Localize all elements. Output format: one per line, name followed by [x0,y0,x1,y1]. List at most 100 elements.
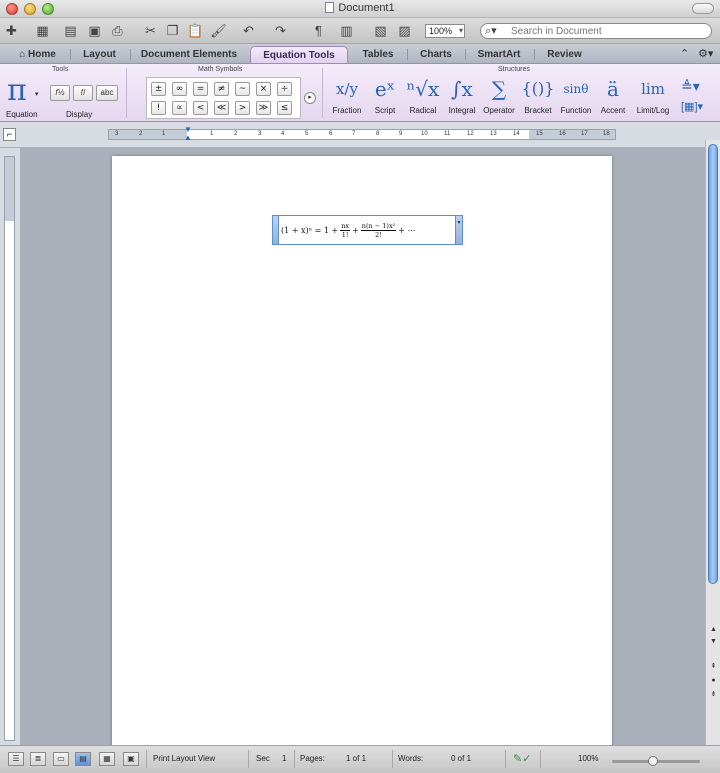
fraction-button[interactable]: x/y Fraction [328,77,366,115]
search-field[interactable]: ⌕▾ [480,23,712,39]
normal-text-button[interactable]: abc [96,85,118,101]
operator-structures-icon[interactable]: ≜▾ [681,78,700,95]
print-layout-view-icon[interactable]: ▤ [75,752,91,766]
templates-icon[interactable]: ▦ [34,23,51,39]
ruler-number: 2 [139,131,143,137]
operator-button[interactable]: ∑ Operator [480,77,518,115]
ruler-number: 3 [115,131,119,137]
symbol-button[interactable]: ∝ [172,101,187,115]
limit-log-label: Limit/Log [636,106,670,115]
function-button[interactable]: sinθ Function [557,77,595,115]
more-symbols-icon[interactable]: ▸ [304,92,316,104]
symbol-button[interactable]: > [235,101,250,115]
pilcrow-icon[interactable]: ¶ [310,23,327,39]
ruler-number: 14 [513,131,520,137]
symbol-button[interactable]: ∞ [172,82,187,96]
sidebar-icon[interactable]: ▥ [338,23,355,39]
symbol-button[interactable]: ÷ [277,82,292,96]
zoom-dropdown[interactable]: 100% [425,24,465,38]
tab-stop-selector[interactable]: ⌐ [3,128,16,141]
draft-view-icon[interactable]: ☰ [8,752,24,766]
tab-home[interactable]: ⌂ Home [10,46,65,63]
paste-icon[interactable]: 📋 [187,23,204,39]
vertical-ruler[interactable] [4,156,15,741]
browse-object-icon[interactable]: ● [708,676,719,686]
vertical-scrollbar[interactable]: ▲ ▼ ⇞ ● ⇟ [705,140,720,745]
zoom-slider[interactable] [612,756,700,766]
toolbar-toggle-button[interactable] [692,3,714,14]
ruler-number: 13 [490,131,497,137]
scroll-up-icon[interactable]: ▲ [708,625,719,635]
home-icon: ⌂ [19,49,29,60]
tab-equation-tools[interactable]: Equation Tools [250,46,348,63]
matrix-icon[interactable]: [▦]▾ [681,100,703,113]
notebook-layout-icon[interactable]: ▦ [99,752,115,766]
cut-icon[interactable]: ✂ [142,23,159,39]
limit-log-button[interactable]: lim Limit/Log [631,77,675,115]
search-icon[interactable]: ⌕▾ [485,24,497,38]
redo-icon[interactable]: ↷ [272,23,289,39]
symbol-button[interactable]: = [193,82,208,96]
symbol-button[interactable]: < [193,101,208,115]
new-document-icon[interactable]: ✚ [3,23,20,39]
format-painter-icon[interactable]: 🖌 [210,23,227,39]
outline-view-icon[interactable]: ≣ [30,752,46,766]
math-symbols-gallery: ± ∞ = ≠ ~ × ÷ ! ∝ < ≪ > ≫ ≤ [146,77,301,119]
symbol-button[interactable]: ≪ [214,101,229,115]
symbol-button[interactable]: ≠ [214,82,229,96]
full-screen-view-icon[interactable]: ▣ [123,752,139,766]
toolbox-icon[interactable]: ▨ [396,23,413,39]
print-icon[interactable]: ⎙ [109,23,126,39]
document-page[interactable]: (1 + x)ⁿ = 1 + nx 1! + n(n − 1)x² 2! + ⋯… [112,156,612,746]
equation-content[interactable]: (1 + x)ⁿ = 1 + nx 1! + n(n − 1)x² 2! + ⋯ [281,219,415,241]
professional-display-button[interactable]: 𝑓½ [50,85,70,101]
left-margin-area [109,130,187,139]
media-browser-icon[interactable]: ▧ [372,23,389,39]
scroll-down-icon[interactable]: ▼ [708,637,719,647]
integral-label: Integral [448,106,476,115]
equation-object[interactable]: (1 + x)ⁿ = 1 + nx 1! + n(n − 1)x² 2! + ⋯… [272,215,463,245]
copy-icon[interactable]: ❐ [164,23,181,39]
fraction-2-numerator: n(n − 1)x² [360,221,397,231]
symbol-button[interactable]: × [256,82,271,96]
next-page-icon[interactable]: ⇟ [708,690,719,700]
pi-icon[interactable]: π [7,76,27,106]
symbol-button[interactable]: ± [151,82,166,96]
linear-display-button[interactable]: 𝑓/ [73,85,93,101]
symbol-button[interactable]: ! [151,101,166,115]
tab-layout[interactable]: Layout [72,46,127,63]
publishing-layout-icon[interactable]: ▭ [53,752,69,766]
tab-charts[interactable]: Charts [410,46,462,63]
equation-handle[interactable] [272,215,279,245]
spelling-check-icon[interactable]: ✎✓ [513,752,531,765]
tab-tables[interactable]: Tables [352,46,404,63]
collapse-ribbon-icon[interactable]: ⌃ [680,47,689,60]
script-button[interactable]: eˣ Script [368,77,402,115]
search-input[interactable] [511,25,701,37]
open-icon[interactable]: ▤ [62,23,79,39]
previous-page-icon[interactable]: ⇞ [708,662,719,672]
zoom-percentage: 100% [578,754,599,763]
equation-options-chevron-icon[interactable]: ▾ [455,215,463,245]
ruler-number: 6 [329,131,333,137]
symbol-button[interactable]: ~ [235,82,250,96]
status-divider [540,750,541,768]
zoom-slider-knob[interactable] [648,756,658,766]
ribbon-settings-icon[interactable]: ⚙▾ [698,47,713,60]
ruler-number: 3 [258,131,262,137]
save-icon[interactable]: ▣ [86,23,103,39]
accent-button[interactable]: ä Accent [596,77,630,115]
indent-marker[interactable]: ▼ ▲ [184,126,192,144]
chevron-down-icon[interactable]: ▾ [35,90,39,98]
tab-document-elements[interactable]: Document Elements [132,46,246,63]
bracket-button[interactable]: {()} Bracket [519,77,557,115]
tab-smartart[interactable]: SmartArt [468,46,530,63]
symbol-button[interactable]: ≤ [277,101,292,115]
ruler-number: 9 [399,131,403,137]
tab-review[interactable]: Review [537,46,592,63]
integral-button[interactable]: ∫x Integral [444,77,480,115]
symbol-button[interactable]: ≫ [256,101,271,115]
scroll-thumb[interactable] [708,144,718,584]
radical-button[interactable]: ⁿ√x Radical [404,77,442,115]
undo-icon[interactable]: ↶ [240,23,257,39]
